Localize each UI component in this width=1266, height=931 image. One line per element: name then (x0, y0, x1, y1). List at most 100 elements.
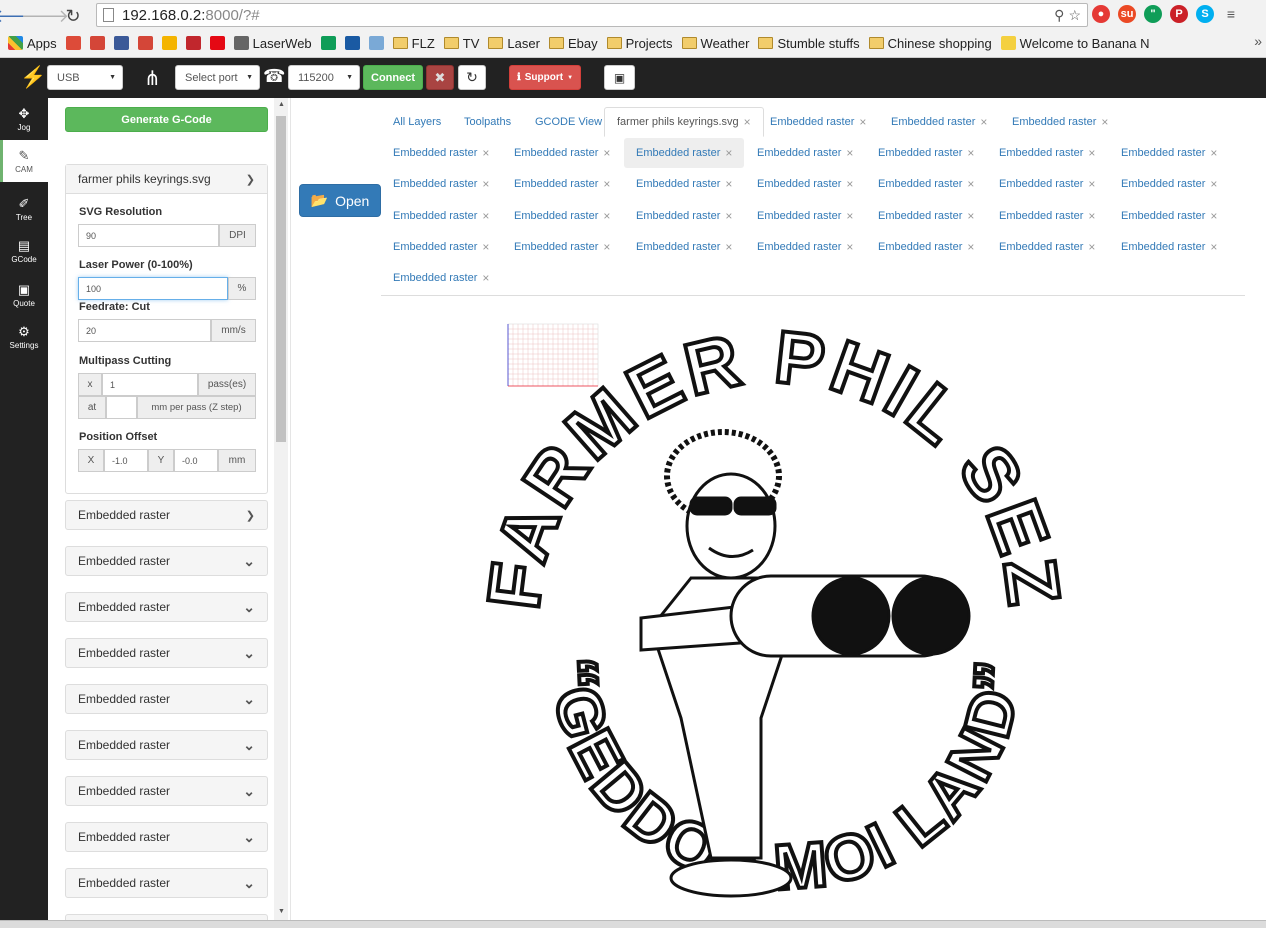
bookmark-item[interactable] (209, 36, 225, 50)
zstep-input[interactable] (106, 396, 137, 419)
close-icon[interactable]: × (1210, 240, 1217, 254)
bookmark-item[interactable]: Apps (8, 36, 57, 51)
close-icon[interactable]: × (1210, 209, 1217, 223)
tab-layer[interactable]: Embedded raster × (866, 138, 986, 168)
close-icon[interactable]: × (846, 240, 853, 254)
close-icon[interactable]: × (744, 115, 751, 129)
offset-y-input[interactable] (174, 449, 218, 472)
tab-layer[interactable]: Embedded raster × (745, 232, 865, 262)
feedrate-input[interactable] (78, 319, 211, 342)
raster-accordion-item[interactable]: Embedded raster ⌄ (65, 868, 268, 898)
raster-accordion-item[interactable]: Embedded raster ⌄ (65, 546, 268, 576)
tab-layer[interactable]: Embedded raster × (624, 169, 744, 199)
bookmark-item[interactable] (137, 36, 153, 50)
tab-layer[interactable]: Embedded raster × (624, 201, 744, 231)
tab-layer[interactable]: Embedded raster × (866, 201, 986, 231)
close-icon[interactable]: × (482, 177, 489, 191)
tab-layer[interactable]: Embedded raster × (987, 201, 1107, 231)
menu-icon[interactable]: ≡ (1222, 5, 1240, 23)
close-icon[interactable]: × (482, 209, 489, 223)
tab-layer[interactable]: Embedded raster × (502, 169, 622, 199)
bookmark-item[interactable]: Projects (606, 36, 673, 51)
close-icon[interactable]: × (980, 115, 987, 129)
connection-type-select[interactable]: USB ▼ (47, 65, 123, 90)
close-icon[interactable]: × (1088, 240, 1095, 254)
preview-canvas[interactable]: FARMER PHIL SEZ “GEDDON MOI LAND” (291, 298, 1266, 928)
tab-toolpaths[interactable]: Toolpaths (452, 107, 523, 137)
port-select[interactable]: Select port ▼ (175, 65, 260, 90)
bookmarks-more-icon[interactable]: » (1254, 33, 1262, 49)
close-icon[interactable]: × (846, 146, 853, 160)
offset-x-input[interactable] (104, 449, 148, 472)
close-icon[interactable]: × (967, 240, 974, 254)
tab-layer[interactable]: Embedded raster × (745, 138, 865, 168)
bookmark-item[interactable]: Laser (488, 36, 540, 51)
bookmark-item[interactable] (65, 36, 81, 50)
bookmark-item[interactable]: Weather (681, 36, 749, 51)
raster-accordion-item[interactable]: Embedded raster ⌄ (65, 776, 268, 806)
close-icon[interactable]: × (1210, 146, 1217, 160)
tab-layer[interactable]: Embedded raster × (1109, 169, 1229, 199)
sidebar-item-jog[interactable]: ✥ Jog (0, 98, 48, 140)
close-icon[interactable]: × (1101, 115, 1108, 129)
tab-layer[interactable]: Embedded raster × (502, 138, 622, 168)
tab-layer[interactable]: Embedded raster × (1109, 201, 1229, 231)
bookmark-star-icon[interactable]: ☆ (1068, 7, 1081, 24)
bookmark-item[interactable] (344, 36, 360, 50)
close-icon[interactable]: × (725, 240, 732, 254)
tab-layer[interactable]: Embedded raster × (987, 169, 1107, 199)
tab-layer[interactable]: Embedded raster × (758, 107, 878, 137)
close-icon[interactable]: × (846, 209, 853, 223)
close-icon[interactable]: × (482, 271, 489, 285)
sidebar-item-cam[interactable]: ✎ CAM (0, 140, 48, 182)
close-icon[interactable]: × (603, 146, 610, 160)
raster-accordion-item[interactable]: Embedded raster ❯ (65, 500, 268, 530)
panel-scrollbar[interactable]: ▲ ▼ (274, 98, 288, 920)
scroll-up-icon[interactable]: ▲ (278, 101, 285, 108)
sidebar-item-tree[interactable]: ✐ Tree (0, 188, 48, 230)
address-bar[interactable]: 192.168.0.2: 8000/?# ⚲ ☆ (96, 3, 1088, 27)
tab-layer[interactable]: Embedded raster × (1000, 107, 1120, 137)
close-icon[interactable]: × (725, 146, 732, 160)
tab-layer[interactable]: Embedded raster × (987, 138, 1107, 168)
bookmark-item[interactable] (89, 36, 105, 50)
bookmark-item[interactable]: LaserWeb (233, 36, 312, 51)
baud-select[interactable]: 115200 ▼ (288, 65, 360, 90)
bookmark-item[interactable]: Chinese shopping (868, 36, 992, 51)
stumbleupon-icon[interactable]: su (1118, 5, 1136, 23)
zoom-icon[interactable]: ⚲ (1054, 7, 1064, 24)
raster-accordion-item[interactable]: Embedded raster ⌄ (65, 822, 268, 852)
raster-accordion-item[interactable]: Embedded raster ⌄ (65, 684, 268, 714)
adblock-icon[interactable]: ● (1092, 5, 1110, 23)
svg-resolution-input[interactable] (78, 224, 219, 247)
tab-layer[interactable]: Embedded raster × (745, 169, 865, 199)
close-icon[interactable]: × (967, 177, 974, 191)
hangouts-icon[interactable]: " (1144, 5, 1162, 23)
bookmark-item[interactable] (161, 36, 177, 50)
raster-accordion-item[interactable]: Embedded raster ⌄ (65, 730, 268, 760)
bookmark-item[interactable]: Welcome to Banana N (1000, 36, 1150, 51)
tab-layer[interactable]: Embedded raster × (502, 232, 622, 262)
sidebar-item-gcode[interactable]: ▤ GCode (0, 230, 48, 272)
tab-layer[interactable]: Embedded raster × (1109, 232, 1229, 262)
tab-layer[interactable]: Embedded raster × (866, 232, 986, 262)
tab-layer[interactable]: farmer phils keyrings.svg × (604, 107, 764, 137)
forward-icon[interactable]: 🡒 (21, 5, 69, 27)
tab-layer[interactable]: Embedded raster × (866, 169, 986, 199)
tab-gcode-view[interactable]: GCODE View (523, 107, 614, 137)
pinterest-icon[interactable]: P (1170, 5, 1188, 23)
close-icon[interactable]: × (603, 177, 610, 191)
raster-accordion-item[interactable]: Embedded raster ⌄ (65, 592, 268, 622)
bookmark-item[interactable] (185, 36, 201, 50)
tab-layer[interactable]: Embedded raster × (381, 263, 501, 293)
tab-layer[interactable]: Embedded raster × (745, 201, 865, 231)
tab-layer[interactable]: Embedded raster × (624, 138, 745, 168)
close-icon[interactable]: × (482, 240, 489, 254)
close-icon[interactable]: × (1088, 146, 1095, 160)
laser-power-input[interactable] (78, 277, 228, 300)
bookmark-item[interactable]: FLZ (392, 36, 435, 51)
close-icon[interactable]: × (725, 177, 732, 191)
close-icon[interactable]: × (1210, 177, 1217, 191)
scroll-down-icon[interactable]: ▼ (278, 908, 285, 915)
close-icon[interactable]: × (967, 209, 974, 223)
